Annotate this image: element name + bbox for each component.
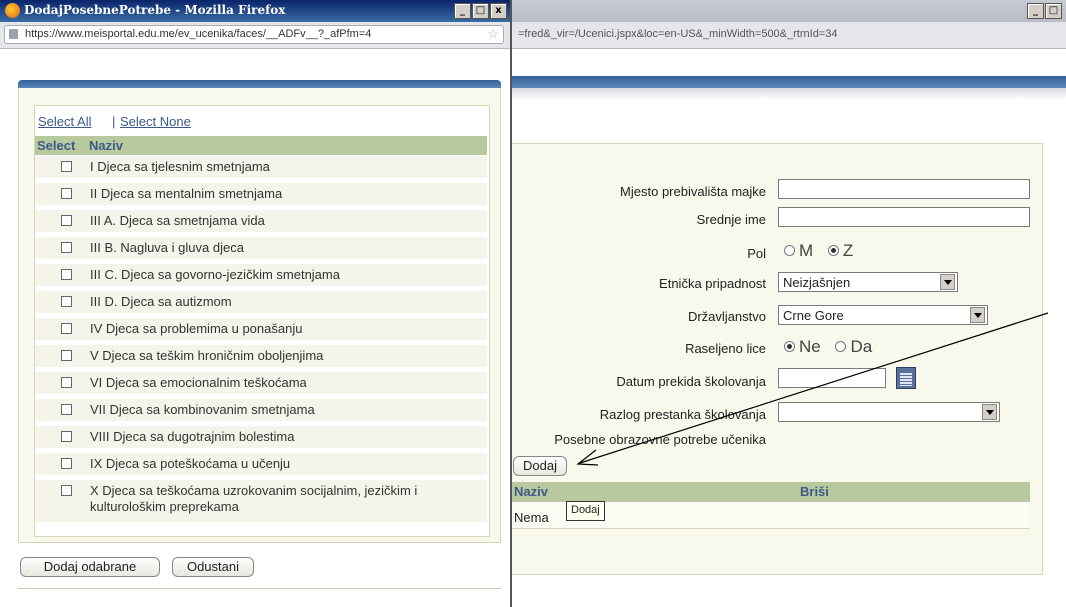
list-item: III D. Djeca sa autizmom (35, 291, 487, 314)
item-checkbox[interactable] (61, 431, 72, 442)
list-item: I Djeca sa tjelesnim smetnjama (35, 156, 487, 179)
list-item: V Djeca sa teškim hroničnim oboljenjima (35, 345, 487, 368)
item-checkbox[interactable] (61, 350, 72, 361)
list-item: IV Djeca sa problemima u ponašanju (35, 318, 487, 341)
list-item: VIII Djeca sa dugotrajnim bolestima (35, 426, 487, 449)
col-select-header: Select (37, 138, 76, 153)
item-label: III D. Djeca sa autizmom (90, 294, 232, 309)
list-item: III A. Djeca sa smetnjama vida (35, 210, 487, 233)
item-label: VIII Djeca sa dugotrajnim bolestima (90, 429, 295, 444)
divider (18, 588, 501, 589)
item-label: III A. Djeca sa smetnjama vida (90, 213, 265, 228)
list-header: Select Naziv (35, 136, 487, 155)
firefox-icon (5, 3, 20, 18)
item-label: IV Djeca sa problemima u ponašanju (90, 321, 303, 336)
lock-icon (9, 29, 18, 39)
minimize-button[interactable]: _ (454, 3, 471, 19)
item-checkbox[interactable] (61, 377, 72, 388)
item-label: V Djeca sa teškim hroničnim oboljenjima (90, 348, 324, 363)
popup-window: DodajPosebnePotrebe - Mozilla Firefox _ … (0, 0, 512, 607)
add-selected-button[interactable]: Dodaj odabrane (20, 557, 160, 577)
item-label: II Djeca sa mentalnim smetnjama (90, 186, 283, 201)
item-checkbox[interactable] (61, 215, 72, 226)
select-none-link[interactable]: Select None (120, 114, 191, 129)
close-button[interactable]: x (490, 3, 507, 19)
list-item: III C. Djeca sa govorno-jezičkim smetnja… (35, 264, 487, 287)
bookmark-star-icon[interactable]: ☆ (487, 26, 499, 42)
item-checkbox[interactable] (61, 296, 72, 307)
popup-url-text: https://www.meisportal.edu.me/ev_ucenika… (25, 28, 372, 40)
cancel-button[interactable]: Odustani (172, 557, 254, 577)
popup-header-band (18, 80, 501, 88)
item-checkbox[interactable] (61, 269, 72, 280)
item-checkbox[interactable] (61, 458, 72, 469)
item-checkbox[interactable] (61, 242, 72, 253)
list-item: X Djeca sa teškoćama uzrokovanim socijal… (35, 480, 487, 523)
item-checkbox[interactable] (61, 323, 72, 334)
popup-url-bar: https://www.meisportal.edu.me/ev_ucenika… (0, 22, 510, 49)
col-naziv-header: Naziv (89, 138, 123, 153)
item-checkbox[interactable] (61, 485, 72, 496)
popup-url-field[interactable]: https://www.meisportal.edu.me/ev_ucenika… (4, 25, 504, 44)
item-label: VI Djeca sa emocionalnim teškoćama (90, 375, 307, 390)
list-item: VII Djeca sa kombinovanim smetnjama (35, 399, 487, 422)
item-label: X Djeca sa teškoćama uzrokovanim socijal… (90, 483, 418, 514)
link-separator: | (112, 114, 116, 129)
item-checkbox[interactable] (61, 404, 72, 415)
select-all-link[interactable]: Select All (38, 114, 91, 129)
list-item: IX Djeca sa poteškoćama u učenju (35, 453, 487, 476)
popup-title: DodajPosebnePotrebe - Mozilla Firefox (24, 3, 286, 17)
item-checkbox[interactable] (61, 188, 72, 199)
list-item: VI Djeca sa emocionalnim teškoćama (35, 372, 487, 395)
item-label: IX Djeca sa poteškoćama u učenju (90, 456, 291, 471)
list-item: II Djeca sa mentalnim smetnjama (35, 183, 487, 206)
item-label: III C. Djeca sa govorno-jezičkim smetnja… (90, 267, 340, 282)
list-item: III B. Nagluva i gluva djeca (35, 237, 487, 260)
item-label: VII Djeca sa kombinovanim smetnjama (90, 402, 315, 417)
item-label: III B. Nagluva i gluva djeca (90, 240, 244, 255)
popup-title-bar: DodajPosebnePotrebe - Mozilla Firefox _ … (0, 0, 510, 22)
item-checkbox[interactable] (61, 161, 72, 172)
item-label: I Djeca sa tjelesnim smetnjama (90, 159, 270, 174)
maximize-button[interactable]: □ (472, 3, 489, 19)
